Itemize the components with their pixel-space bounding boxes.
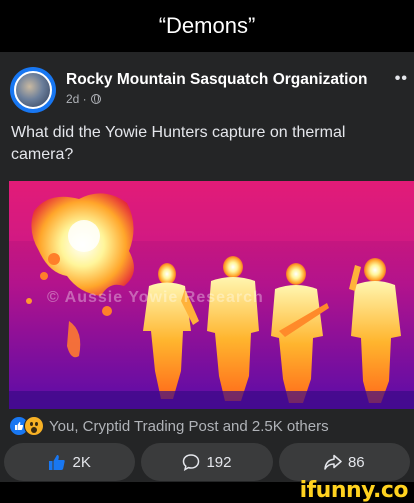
like-button[interactable]: 2K xyxy=(4,443,136,481)
share-count: 86 xyxy=(347,453,365,471)
avatar-image xyxy=(14,71,52,109)
post-meta: 2d · xyxy=(66,92,101,106)
comment-icon xyxy=(183,454,200,471)
ifunny-logo: ifunny.co xyxy=(299,478,409,503)
post-author[interactable]: Rocky Mountain Sasquatch Organization xyxy=(66,71,367,89)
share-icon xyxy=(324,454,342,470)
wow-reaction-icon xyxy=(24,416,44,436)
comment-count: 192 xyxy=(206,453,232,471)
thumbs-up-icon xyxy=(49,454,66,470)
reactions-summary[interactable]: You, Cryptid Trading Post and 2.5K other… xyxy=(49,418,329,435)
thermal-watermark: © Aussie Yowie Research xyxy=(47,289,264,306)
like-count: 2K xyxy=(72,453,91,471)
reactions-row[interactable]: You, Cryptid Trading Post and 2.5K other… xyxy=(9,416,329,436)
post-text: What did the Yowie Hunters capture on th… xyxy=(11,124,346,163)
meme-caption: “Demons” xyxy=(0,0,414,52)
globe-icon xyxy=(90,94,101,104)
avatar[interactable] xyxy=(10,67,56,113)
comment-button[interactable]: 192 xyxy=(141,443,273,481)
post-time[interactable]: 2d · xyxy=(66,92,87,106)
more-options-icon[interactable]: •• xyxy=(395,70,408,88)
share-button[interactable]: 86 xyxy=(278,443,410,481)
thermal-image[interactable]: © Aussie Yowie Research xyxy=(9,181,414,409)
post-actions: 2K 192 86 xyxy=(0,443,414,481)
